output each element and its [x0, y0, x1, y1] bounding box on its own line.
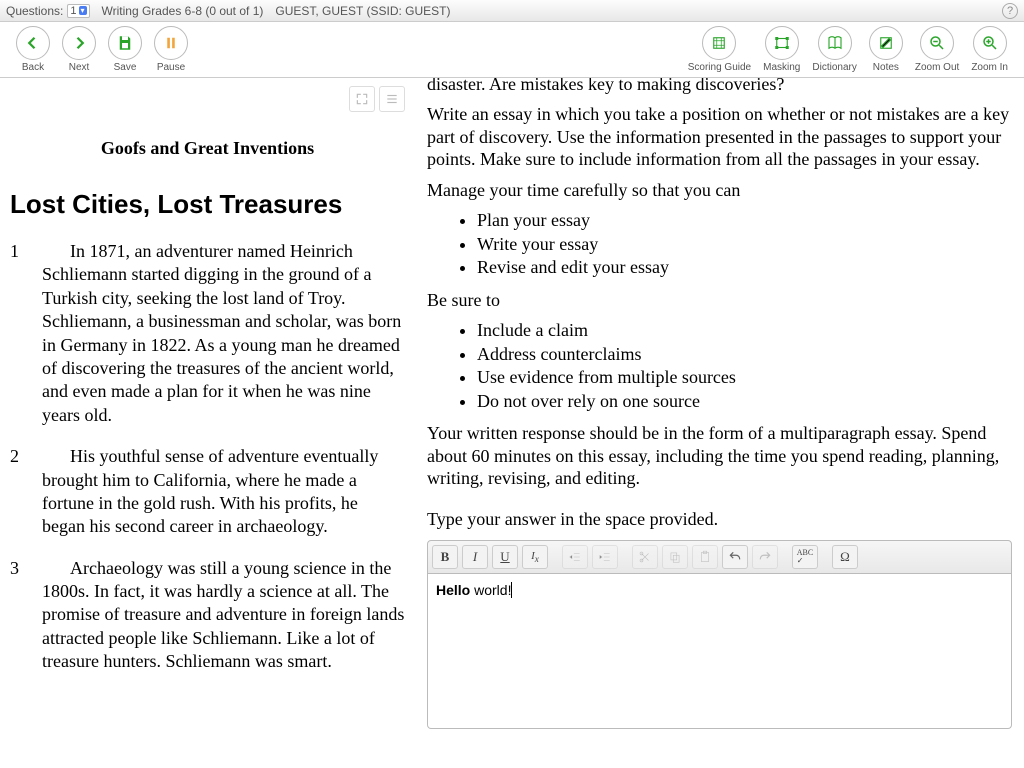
back-button[interactable]: Back: [16, 26, 50, 73]
italic-button[interactable]: I: [462, 545, 488, 569]
next-button[interactable]: Next: [62, 26, 96, 73]
prompt-pane: disaster. Are mistakes key to making dis…: [415, 78, 1024, 768]
prompt-intro: Write an essay in which you take a posit…: [427, 103, 1012, 171]
paragraph-number: 3: [10, 557, 42, 674]
clear-format-button[interactable]: Ix: [522, 545, 548, 569]
user-label: GUEST, GUEST (SSID: GUEST): [275, 4, 450, 18]
underline-button[interactable]: U: [492, 545, 518, 569]
list-item: Use evidence from multiple sources: [477, 366, 1012, 389]
redo-button[interactable]: [752, 545, 778, 569]
passage-pane: Goofs and Great Inventions Lost Cities, …: [0, 78, 415, 768]
copy-button[interactable]: [662, 545, 688, 569]
undo-button[interactable]: [722, 545, 748, 569]
spellcheck-button[interactable]: ABC✓: [792, 545, 818, 569]
menu-icon[interactable]: [379, 86, 405, 112]
list-item: Address counterclaims: [477, 343, 1012, 366]
prompt-besure: Be sure to: [427, 289, 1012, 312]
passage-heading-2: Lost Cities, Lost Treasures: [10, 189, 405, 220]
paragraph-number: 2: [10, 445, 42, 539]
chevron-down-icon: ▾: [79, 6, 87, 15]
list-item: Include a claim: [477, 319, 1012, 342]
main-toolbar: Back Next Save Pause Scoring Guide Maski…: [0, 22, 1024, 78]
zoom-out-button[interactable]: Zoom Out: [915, 26, 959, 73]
assessment-title: Writing Grades 6-8 (0 out of 1): [102, 4, 264, 18]
title-bar: Questions: 1 ▾ Writing Grades 6-8 (0 out…: [0, 0, 1024, 22]
bold-button[interactable]: B: [432, 545, 458, 569]
scoring-guide-button[interactable]: Scoring Guide: [688, 26, 751, 73]
prompt-written: Your written response should be in the f…: [427, 422, 1012, 490]
question-selector[interactable]: 1 ▾: [67, 4, 89, 18]
paragraph-text: In 1871, an adventurer named Heinrich Sc…: [42, 240, 405, 427]
pause-button[interactable]: Pause: [154, 26, 188, 73]
prompt-cut-line: disaster. Are mistakes key to making dis…: [427, 78, 1012, 95]
dictionary-button[interactable]: Dictionary: [812, 26, 856, 73]
manage-list: Plan your essayWrite your essayRevise an…: [477, 209, 1012, 279]
indent-button[interactable]: [592, 545, 618, 569]
answer-editor[interactable]: Hello world!: [427, 574, 1012, 729]
help-icon[interactable]: ?: [1002, 3, 1018, 19]
paragraph-text: Archaeology was still a young science in…: [42, 557, 405, 674]
paragraph-number: 1: [10, 240, 42, 427]
paste-button[interactable]: [692, 545, 718, 569]
answer-text-bold: Hello: [436, 582, 470, 598]
paragraph-row: 1In 1871, an adventurer named Heinrich S…: [10, 240, 405, 427]
zoom-in-button[interactable]: Zoom In: [971, 26, 1008, 73]
list-item: Plan your essay: [477, 209, 1012, 232]
list-item: Write your essay: [477, 233, 1012, 256]
text-caret: [511, 582, 512, 598]
expand-icon[interactable]: [349, 86, 375, 112]
besure-list: Include a claimAddress counterclaimsUse …: [477, 319, 1012, 412]
save-button[interactable]: Save: [108, 26, 142, 73]
editor-toolbar: B I U Ix ABC✓ Ω: [427, 540, 1012, 574]
questions-label: Questions:: [6, 4, 63, 18]
masking-button[interactable]: Masking: [763, 26, 800, 73]
special-char-button[interactable]: Ω: [832, 545, 858, 569]
paragraph-row: 3Archaeology was still a young science i…: [10, 557, 405, 674]
paragraph-text: His youthful sense of adventure eventual…: [42, 445, 405, 539]
passage-heading-1: Goofs and Great Inventions: [10, 138, 405, 159]
prompt-manage: Manage your time carefully so that you c…: [427, 179, 1012, 202]
cut-button[interactable]: [632, 545, 658, 569]
prompt-type: Type your answer in the space provided.: [427, 508, 1012, 531]
notes-button[interactable]: Notes: [869, 26, 903, 73]
paragraph-row: 2His youthful sense of adventure eventua…: [10, 445, 405, 539]
outdent-button[interactable]: [562, 545, 588, 569]
list-item: Revise and edit your essay: [477, 256, 1012, 279]
list-item: Do not over rely on one source: [477, 390, 1012, 413]
answer-text: world!: [470, 582, 511, 598]
